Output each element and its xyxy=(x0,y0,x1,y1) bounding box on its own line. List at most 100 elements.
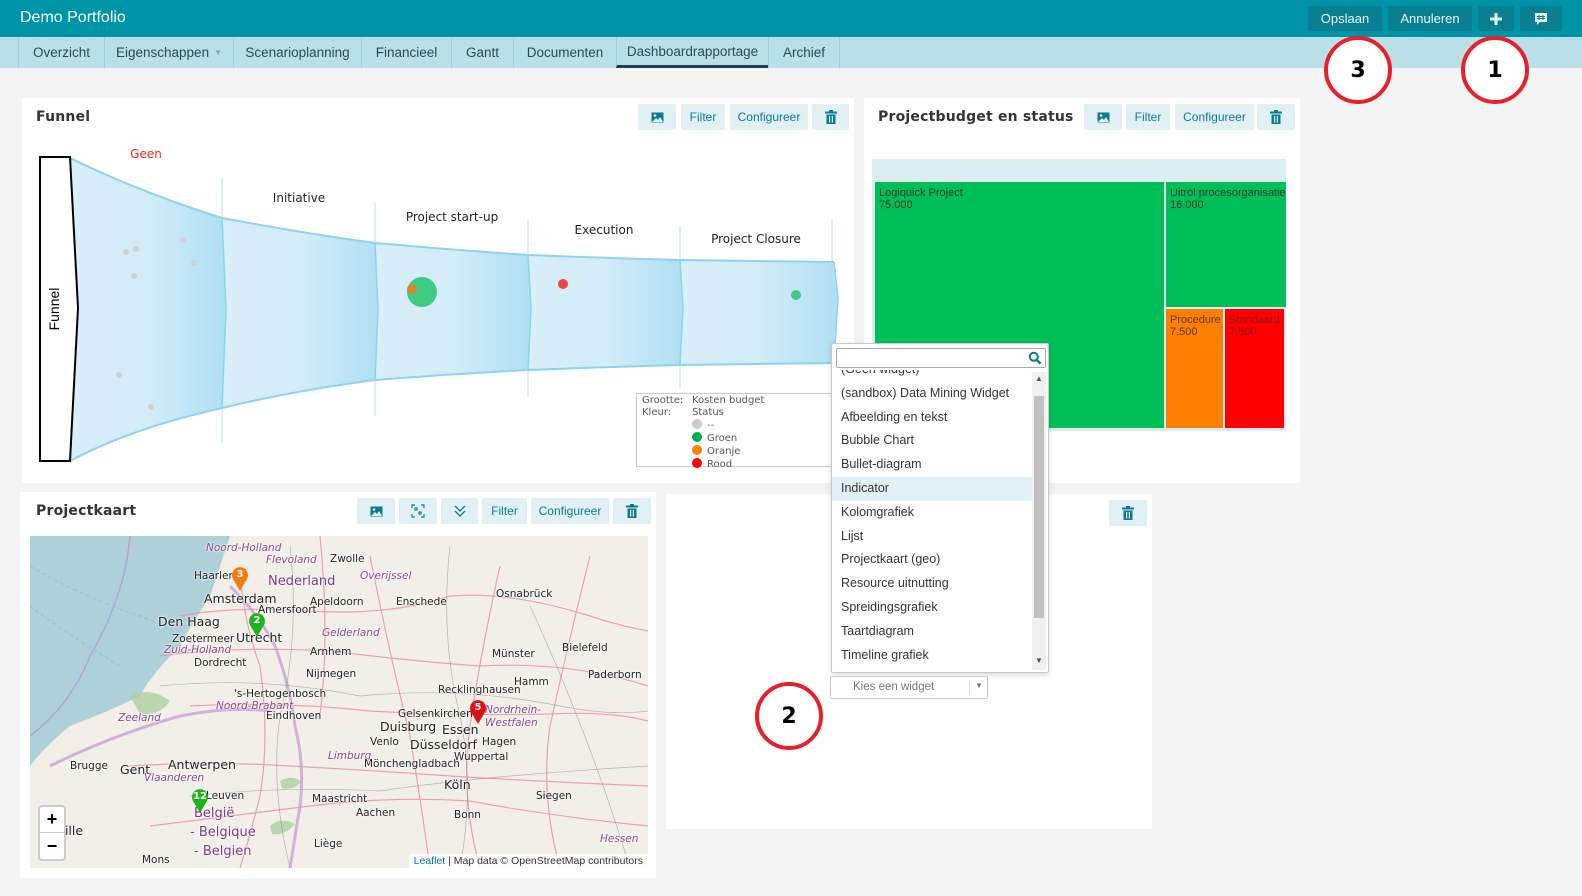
delete-button[interactable] xyxy=(613,498,651,524)
tab-documenten[interactable]: Documenten xyxy=(513,37,616,68)
scroll-down-icon[interactable]: ▼ xyxy=(1034,656,1044,668)
map-label-siegen: Siegen xyxy=(536,790,572,802)
map-marker[interactable]: 3 xyxy=(231,567,249,591)
widget-option-list: (Geen widget)(sandbox) Data Mining Widge… xyxy=(832,370,1032,670)
map-label-venlo: Venlo xyxy=(370,736,399,748)
cancel-button[interactable]: Annuleren xyxy=(1388,6,1472,31)
map-marker[interactable]: 5 xyxy=(469,700,487,724)
export-image-button[interactable] xyxy=(357,498,395,524)
image-icon xyxy=(370,506,382,516)
map-label-mons: Mons xyxy=(142,854,170,866)
map-label-osnabruck: Osnabrück xyxy=(496,588,553,600)
map-label-hagen: Hagen xyxy=(482,736,517,748)
widget-option[interactable]: Lijst xyxy=(832,525,1032,549)
map-marker[interactable]: 2 xyxy=(248,613,266,637)
treemap-cell-standaard[interactable]: Standaard I 7.500 xyxy=(1225,309,1284,428)
map-label-monchengladbach: Mönchengladbach xyxy=(364,758,460,770)
stage-label-execution: Execution xyxy=(575,223,634,237)
map-label-gelderland: Gelderland xyxy=(322,627,380,639)
map-label-arnhem: Arnhem xyxy=(310,646,352,658)
funnel-bubble[interactable] xyxy=(791,290,801,300)
comment-hash-icon xyxy=(1535,12,1547,25)
budget-title: Projectbudget en status xyxy=(878,109,1074,125)
funnel-bubble[interactable] xyxy=(133,246,139,252)
widget-option[interactable]: (sandbox) Data Mining Widget xyxy=(832,382,1032,406)
tab-eigenschappen[interactable]: Eigenschappen ▼ xyxy=(104,37,233,68)
funnel-bubble[interactable] xyxy=(407,284,417,294)
funnel-segment-execution[interactable] xyxy=(528,255,683,370)
widget-option[interactable]: Taartdiagram xyxy=(832,620,1032,644)
delete-button[interactable] xyxy=(1257,104,1295,130)
widget-option[interactable]: (Geen widget) xyxy=(832,370,1032,382)
map-label-bonn: Bonn xyxy=(454,809,481,821)
map-label-belgien: - Belgien xyxy=(194,844,252,859)
expand-button[interactable] xyxy=(441,498,478,524)
funnel-panel: Funnel Filter Configureer Funnel Geen In… xyxy=(22,98,854,483)
funnel-segment-project-closure[interactable] xyxy=(680,260,838,365)
widget-option[interactable]: Kolomgrafiek xyxy=(832,501,1032,525)
funnel-bubble[interactable] xyxy=(116,372,122,378)
tab-financieel[interactable]: Financieel xyxy=(361,37,451,68)
funnel-bubble[interactable] xyxy=(123,249,129,255)
widget-select[interactable]: Kies een widget ▼ xyxy=(830,676,988,699)
funnel-segment-project-start-up[interactable] xyxy=(375,243,531,380)
map-marker[interactable]: 12 xyxy=(191,789,209,813)
add-widget-button[interactable] xyxy=(1478,6,1514,31)
map-label-duisburg: Duisburg xyxy=(380,719,437,734)
map-label-vlaanderen: Vlaanderen xyxy=(144,772,205,784)
leaflet-link[interactable]: Leaflet xyxy=(414,855,446,867)
caret-down-icon: ▼ xyxy=(214,48,222,57)
comment-button[interactable] xyxy=(1520,6,1562,31)
tab-scenarioplanning[interactable]: Scenarioplanning xyxy=(233,37,361,68)
configure-button[interactable]: Configureer xyxy=(1175,104,1254,130)
tab-archief[interactable]: Archief xyxy=(768,37,840,68)
widget-option[interactable]: Bullet-diagram xyxy=(832,453,1032,477)
funnel-bubble[interactable] xyxy=(191,260,197,266)
funnel-bubble[interactable] xyxy=(180,237,186,243)
scroll-up-icon[interactable]: ▲ xyxy=(1034,374,1044,386)
annotation-2: 2 xyxy=(755,682,823,750)
map-label-koln: Köln xyxy=(444,777,471,792)
scrollbar-thumb[interactable] xyxy=(1034,396,1044,618)
funnel-bubble[interactable] xyxy=(558,279,568,289)
widget-option[interactable]: Bubble Chart xyxy=(832,429,1032,453)
treemap-cell-uitrol[interactable]: Uitrol procesorganisatie 16.000 xyxy=(1166,182,1286,307)
zoom-in-button[interactable]: + xyxy=(40,807,64,833)
widget-search-input[interactable] xyxy=(836,348,1046,368)
widget-option[interactable]: Afbeelding en tekst xyxy=(832,406,1032,430)
delete-button[interactable] xyxy=(1109,500,1147,526)
save-button[interactable]: Opslaan xyxy=(1308,6,1382,31)
funnel-bubble[interactable] xyxy=(148,404,154,410)
dropdown-scrollbar[interactable]: ▲ ▼ xyxy=(1032,372,1046,670)
treemap-cell-procedure[interactable]: Procedure 7.500 xyxy=(1166,309,1223,428)
legend-item-rood: Rood xyxy=(642,458,826,471)
map-tiles xyxy=(30,536,648,868)
widget-option[interactable]: Timeline grafiek xyxy=(832,644,1032,668)
plus-icon xyxy=(1490,12,1502,25)
map-label-bielefeld: Bielefeld xyxy=(562,642,608,654)
map-label-antwerpen: Antwerpen xyxy=(168,757,236,772)
filter-button[interactable]: Filter xyxy=(482,498,527,524)
tab-overzicht[interactable]: Overzicht xyxy=(18,37,104,68)
widget-option[interactable]: Indicator xyxy=(832,476,1032,501)
widget-option[interactable]: Spreidingsgrafiek xyxy=(832,596,1032,620)
widget-select-placeholder: Kies een widget xyxy=(853,681,935,693)
configure-button[interactable]: Configureer xyxy=(531,498,609,524)
filter-button[interactable]: Filter xyxy=(1126,104,1170,130)
project-map[interactable]: Noord-Holland Flevoland Zwolle Overijssel Ha… xyxy=(30,536,648,868)
funnel-segment-initiative[interactable] xyxy=(222,218,378,408)
zoom-out-button[interactable]: − xyxy=(40,833,64,859)
funnel-side-label: Funnel xyxy=(46,288,62,331)
map-label-dusseldorf: Düsseldorf xyxy=(410,737,477,752)
map-label-noord-holland: Noord-Holland xyxy=(206,542,282,554)
fit-markers-button[interactable] xyxy=(399,498,437,524)
map-label-enschede: Enschede xyxy=(396,596,447,608)
funnel-segment-geen[interactable] xyxy=(70,158,226,461)
widget-option[interactable]: Projectkaart (geo) xyxy=(832,548,1032,572)
export-image-button[interactable] xyxy=(1084,104,1122,130)
tab-gantt[interactable]: Gantt xyxy=(451,37,513,68)
widget-option[interactable]: Resource uitnutting xyxy=(832,572,1032,596)
tab-dashboardrapportage[interactable]: Dashboardrapportage xyxy=(616,37,768,68)
funnel-bubble[interactable] xyxy=(131,273,137,279)
funnel-legend: Grootte: Kosten budget Kleur: Status -- Gr… xyxy=(636,393,832,470)
